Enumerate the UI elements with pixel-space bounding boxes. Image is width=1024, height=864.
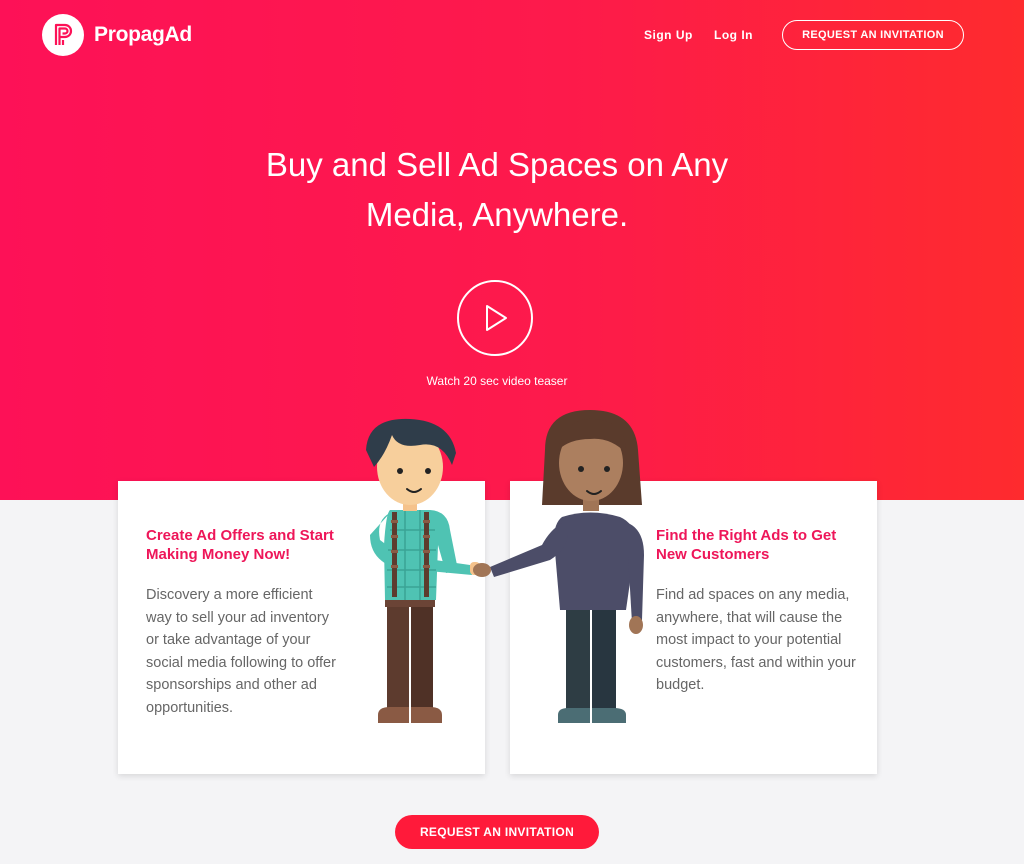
request-invitation-button[interactable]: REQUEST AN INVITATION bbox=[395, 815, 599, 849]
man-figure bbox=[366, 418, 480, 723]
brand-logo[interactable]: PropagAd bbox=[42, 14, 192, 56]
login-link[interactable]: Log In bbox=[714, 28, 753, 42]
play-icon bbox=[486, 305, 507, 331]
signup-link[interactable]: Sign Up bbox=[644, 28, 693, 42]
seller-card-text: Discovery a more efficient way to sell y… bbox=[146, 587, 336, 716]
request-invitation-nav-button[interactable]: REQUEST AN INVITATION bbox=[782, 20, 964, 50]
woman-figure bbox=[473, 410, 644, 723]
people-illustration bbox=[366, 410, 644, 723]
propagad-logo-icon bbox=[42, 14, 84, 56]
video-caption: Watch 20 sec video teaser bbox=[426, 374, 568, 388]
brand-name: PropagAd bbox=[94, 23, 192, 46]
play-video-button[interactable] bbox=[457, 280, 533, 356]
hero-headline: Buy and Sell Ad Spaces on Any Media, Any… bbox=[265, 146, 729, 233]
seller-card-title: Create Ad Offers and Start Making Money … bbox=[146, 527, 334, 563]
